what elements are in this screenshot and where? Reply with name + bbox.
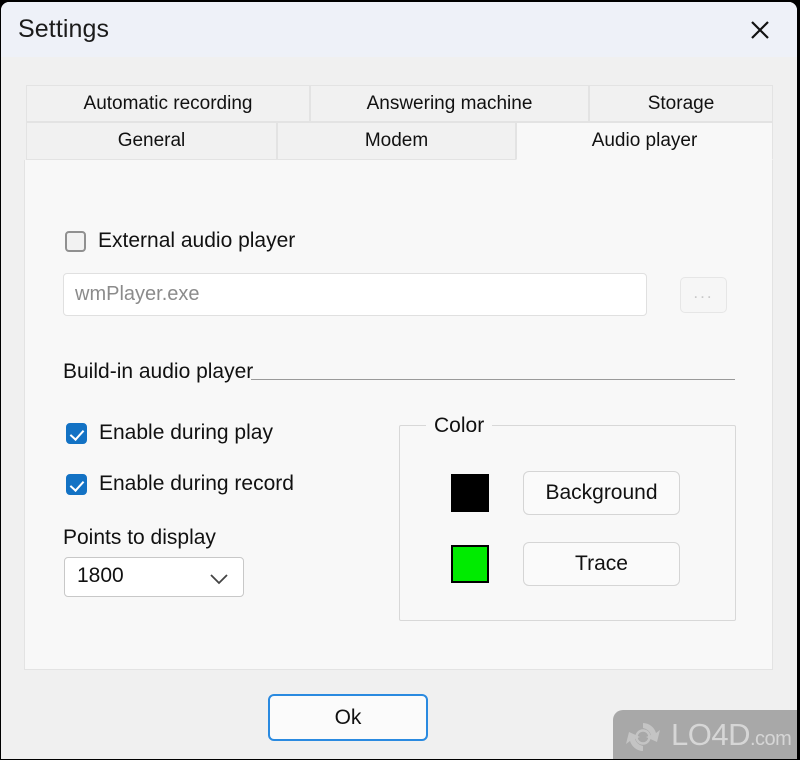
tab-strip: Automatic recording Answering machine St… [1, 57, 797, 162]
watermark-brand: LO4D [671, 717, 750, 752]
buildin-section-label: Build-in audio player [63, 360, 254, 383]
tab-label: Answering machine [366, 93, 533, 114]
lo4d-watermark: LO4D.com [613, 710, 797, 759]
external-player-path-input[interactable]: wmPlayer.exe [63, 273, 647, 316]
color-groupbox [399, 425, 736, 621]
section-divider [251, 379, 735, 380]
tab-modem[interactable]: Modem [277, 122, 516, 160]
tab-general[interactable]: General [26, 122, 277, 160]
watermark-label: LO4D.com [671, 717, 792, 753]
tab-audio-player[interactable]: Audio player [516, 122, 773, 160]
ok-button[interactable]: Ok [268, 694, 428, 741]
tab-label: Audio player [591, 130, 698, 151]
tab-storage[interactable]: Storage [589, 85, 773, 122]
window-title: Settings [18, 15, 110, 43]
checkbox-label: Enable during record [99, 472, 294, 495]
enable-during-play-checkbox[interactable]: Enable during play [66, 421, 273, 445]
background-color-button[interactable]: Background [523, 471, 680, 515]
tab-label: Automatic recording [83, 93, 253, 114]
close-icon [751, 21, 769, 39]
ellipsis-icon: ... [693, 283, 714, 302]
tab-answering-machine[interactable]: Answering machine [310, 85, 589, 122]
close-button[interactable] [739, 10, 781, 50]
points-to-display-select[interactable]: 1800 [64, 557, 244, 597]
button-label: Background [545, 481, 658, 504]
chevron-down-icon [210, 574, 228, 585]
checkbox-icon [65, 230, 86, 252]
checkbox-label: Enable during play [99, 421, 273, 444]
checkbox-icon [66, 422, 87, 444]
background-color-swatch[interactable] [451, 474, 489, 512]
points-to-display-label: Points to display [63, 526, 216, 549]
enable-during-record-checkbox[interactable]: Enable during record [66, 472, 294, 496]
title-bar: Settings [1, 2, 797, 57]
checkbox-label: External audio player [98, 229, 296, 252]
settings-window: Settings Automatic recording Answering m… [1, 2, 797, 759]
checkbox-icon [66, 473, 87, 495]
trace-color-button[interactable]: Trace [523, 542, 680, 586]
trace-color-swatch[interactable] [451, 545, 489, 583]
points-to-display-value: 1800 [77, 564, 124, 587]
tab-automatic-recording[interactable]: Automatic recording [26, 85, 310, 122]
tab-label: Modem [364, 130, 429, 151]
recycle-arrows-icon [626, 723, 660, 751]
color-groupbox-title: Color [426, 414, 493, 438]
watermark-suffix: .com [749, 728, 792, 750]
button-label: Trace [575, 552, 628, 575]
button-label: Ok [334, 706, 362, 729]
tab-label: General [117, 130, 186, 151]
external-audio-player-checkbox[interactable]: External audio player [65, 229, 295, 253]
browse-button[interactable]: ... [680, 277, 727, 313]
tab-label: Storage [647, 93, 715, 114]
